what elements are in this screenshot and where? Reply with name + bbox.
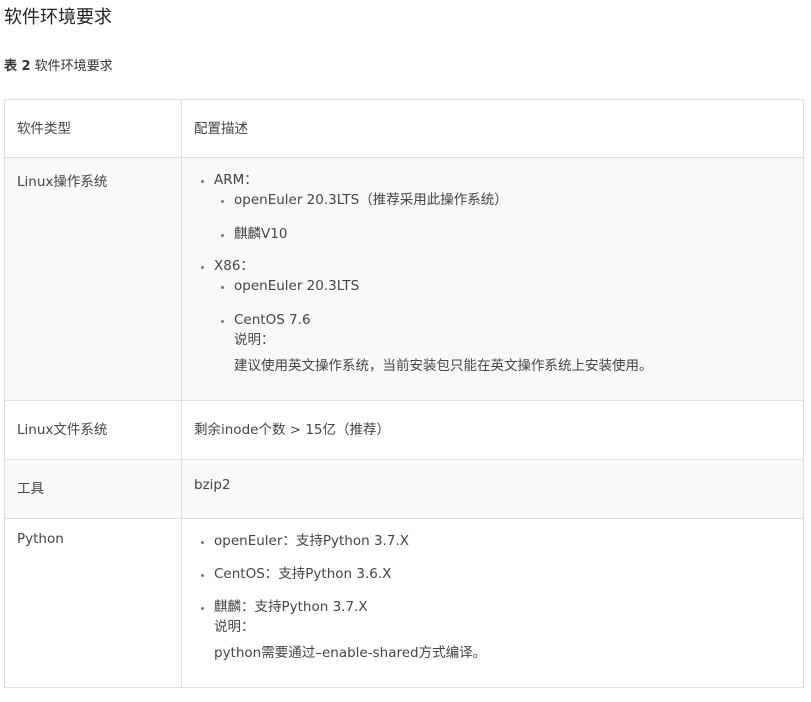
list-item: X86： openEuler 20.3LTS CentOS 7.6 说明： 建议… [214,256,791,376]
table-row: Linux操作系统 ARM： openEuler 20.3LTS（推荐采用此操作… [4,157,804,401]
python-label: Python [4,518,182,688]
list-item: openEuler 20.3LTS [234,276,791,296]
table-row: 工具 bzip2 [4,459,804,519]
tool-value: bzip2 [181,459,804,519]
os-label: Linux操作系统 [4,157,182,401]
list-item: CentOS 7.6 说明： 建议使用英文操作系统，当前安装包只能在英文操作系统… [234,310,791,376]
note-label: 说明： [214,619,255,635]
list-item: 麒麟：支持Python 3.7.X 说明： python需要通过–enable-… [214,597,791,663]
table-row: Linux文件系统 剩余inode个数 > 15亿（推荐） [4,400,804,460]
python-list: openEuler：支持Python 3.7.X CentOS：支持Python… [194,531,791,663]
header-software-type: 软件类型 [4,99,182,158]
note-text: 建议使用英文操作系统，当前安装包只能在英文操作系统上安装使用。 [234,358,653,374]
centos-label: CentOS 7.6 [234,312,311,328]
software-requirements-table: 软件类型 配置描述 Linux操作系统 ARM： openEuler 20.3L… [4,99,804,688]
fs-value: 剩余inode个数 > 15亿（推荐） [181,400,804,460]
list-item: openEuler：支持Python 3.7.X [214,531,791,551]
table-caption-text: 软件环境要求 [34,59,113,74]
kylin-python-label: 麒麟：支持Python 3.7.X [214,599,368,615]
page-title: 软件环境要求 [4,7,112,28]
note-text: python需要通过–enable-shared方式编译。 [214,645,487,661]
tool-label: 工具 [4,459,182,519]
list-item: CentOS：支持Python 3.6.X [214,564,791,584]
os-list: ARM： openEuler 20.3LTS（推荐采用此操作系统） 麒麟V10 … [194,170,791,376]
x86-label: X86： [214,258,254,274]
table-header-row: 软件类型 配置描述 [4,99,804,158]
python-description: openEuler：支持Python 3.7.X CentOS：支持Python… [181,518,804,688]
table-row: Python openEuler：支持Python 3.7.X CentOS：支… [4,518,804,688]
arm-sublist: openEuler 20.3LTS（推荐采用此操作系统） 麒麟V10 [214,190,791,244]
list-item: 麒麟V10 [234,224,791,244]
os-description: ARM： openEuler 20.3LTS（推荐采用此操作系统） 麒麟V10 … [181,157,804,401]
x86-sublist: openEuler 20.3LTS CentOS 7.6 说明： 建议使用英文操… [214,276,791,376]
table-caption: 表 2 软件环境要求 [4,55,113,74]
table-caption-number: 表 2 [4,59,31,74]
note-label: 说明： [234,332,275,348]
list-item: openEuler 20.3LTS（推荐采用此操作系统） [234,190,791,210]
header-config-description: 配置描述 [181,99,804,158]
fs-label: Linux文件系统 [4,400,182,460]
list-item: ARM： openEuler 20.3LTS（推荐采用此操作系统） 麒麟V10 [214,170,791,244]
arm-label: ARM： [214,172,258,188]
